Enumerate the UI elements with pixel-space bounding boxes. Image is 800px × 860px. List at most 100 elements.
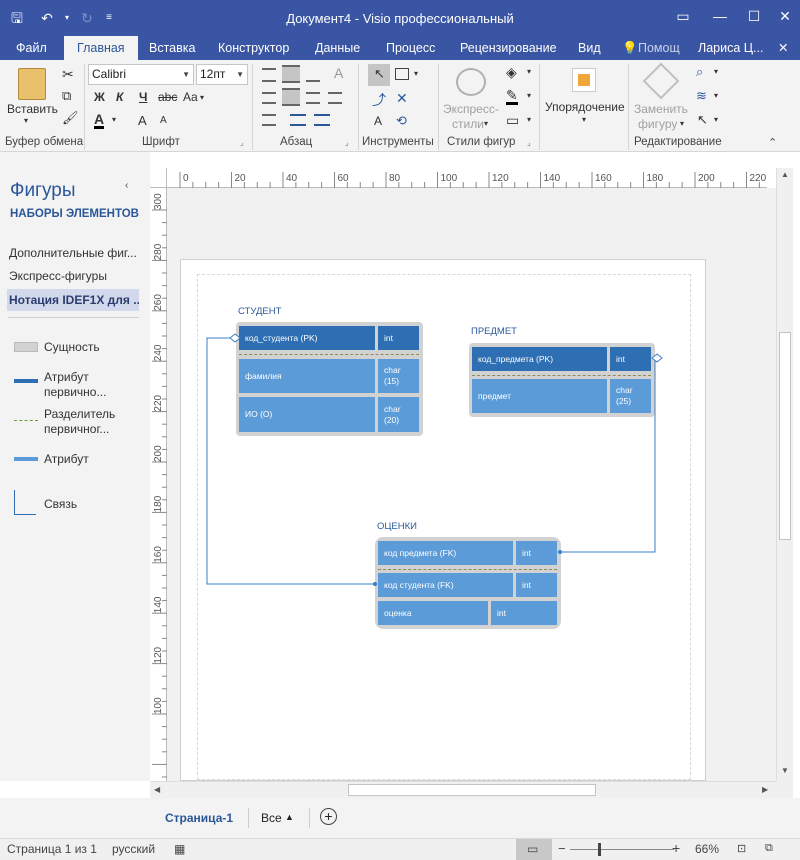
change-shape-icon[interactable] xyxy=(642,62,680,100)
fk-attribute-type[interactable]: int xyxy=(516,541,557,565)
scroll-left-icon[interactable]: ◀ xyxy=(154,785,160,794)
entity-student[interactable]: код_студента (PK) int фамилия char (15) … xyxy=(236,322,423,436)
align-top-icon[interactable] xyxy=(262,68,276,82)
change-shape-line2[interactable]: фигуру xyxy=(638,117,677,131)
vertical-scroll-thumb[interactable] xyxy=(779,332,791,540)
pk-separator-icon[interactable] xyxy=(14,420,38,421)
language[interactable]: русский xyxy=(112,842,155,856)
dialog-launcher-icon[interactable]: ⌟ xyxy=(527,138,531,147)
align-left-icon[interactable] xyxy=(262,92,276,104)
scroll-right-icon[interactable]: ▶ xyxy=(762,785,768,794)
paste-button[interactable]: Вставить xyxy=(7,102,58,116)
horizontal-scrollbar[interactable]: ◀ ▶ xyxy=(150,781,776,798)
zoom-slider[interactable] xyxy=(570,849,674,850)
fk-attribute[interactable]: код студента (FK) xyxy=(378,573,513,597)
line-icon[interactable]: ✎ xyxy=(506,88,518,105)
attribute[interactable]: фамилия xyxy=(239,359,375,393)
chevron-down-icon[interactable]: ▾ xyxy=(714,67,718,76)
align-right-icon[interactable] xyxy=(306,92,320,104)
entity-subject[interactable]: код_предмета (PK) int предмет char (25) xyxy=(469,343,655,417)
all-pages-button[interactable]: Все xyxy=(261,811,282,825)
attribute-icon[interactable] xyxy=(14,457,38,461)
font-size-combo[interactable]: 12пт ▼ xyxy=(196,64,248,85)
stencil-more-shapes[interactable]: Дополнительные фиг... xyxy=(9,246,141,260)
select-icon[interactable]: ↖ xyxy=(697,112,708,128)
shrink-font-button[interactable]: A xyxy=(160,115,167,126)
attribute[interactable]: предмет xyxy=(472,379,607,413)
vertical-scrollbar[interactable]: ▲ ▼ xyxy=(776,168,793,781)
fill-icon[interactable]: ◈ xyxy=(506,64,517,81)
quick-styles-line2[interactable]: стили xyxy=(452,117,484,131)
bold-button[interactable]: Ж xyxy=(94,90,105,104)
paste-icon[interactable] xyxy=(18,68,46,100)
entity-shape-icon[interactable] xyxy=(14,342,38,352)
shape-item-attribute[interactable]: Атрибут xyxy=(44,452,89,467)
fk-attribute[interactable]: код предмета (FK) xyxy=(378,541,513,565)
align-middle-icon[interactable] xyxy=(282,65,300,83)
chevron-down-icon[interactable]: ▾ xyxy=(527,115,531,124)
layers-icon[interactable]: ≋ xyxy=(696,88,707,104)
chevron-down-icon[interactable]: ▾ xyxy=(527,67,531,76)
chevron-down-icon[interactable]: ▾ xyxy=(582,115,586,124)
dialog-launcher-icon[interactable]: ⌟ xyxy=(345,138,349,147)
connection-point-icon[interactable]: ✕ xyxy=(396,90,408,107)
tab-view[interactable]: Вид xyxy=(578,36,601,60)
tab-data[interactable]: Данные xyxy=(315,36,360,60)
close-ribbon-icon[interactable]: ✕ xyxy=(778,36,788,60)
horizontal-scroll-thumb[interactable] xyxy=(348,784,596,796)
rectangle-tool-icon[interactable] xyxy=(395,68,409,80)
user-name[interactable]: Лариса Ц... xyxy=(698,36,763,60)
fk-attribute-type[interactable]: int xyxy=(516,573,557,597)
chevron-down-icon[interactable]: ▾ xyxy=(112,115,116,124)
add-page-icon[interactable]: + xyxy=(320,808,337,825)
strikethrough-button[interactable]: abc xyxy=(158,90,177,104)
text-direction-icon[interactable]: A xyxy=(334,65,343,81)
scroll-up-icon[interactable]: ▲ xyxy=(781,170,789,179)
tell-me-input[interactable]: Помощ xyxy=(638,36,680,60)
arrange-button[interactable]: Упорядочение xyxy=(545,100,625,114)
close-icon[interactable]: ✕ xyxy=(762,0,800,32)
tab-home[interactable]: Главная xyxy=(64,36,138,60)
chevron-down-icon[interactable]: ▾ xyxy=(527,91,531,100)
pk-attribute-icon[interactable] xyxy=(14,379,38,383)
tab-review[interactable]: Рецензирование xyxy=(460,36,557,60)
chevron-up-icon[interactable]: ▲ xyxy=(285,812,294,822)
bullets-icon[interactable] xyxy=(262,114,276,126)
macro-icon[interactable]: ▦ xyxy=(174,842,185,856)
shape-item-relationship[interactable]: Связь xyxy=(44,497,77,512)
increase-indent-icon[interactable] xyxy=(314,114,330,126)
connector-icon[interactable]: ⤴ xyxy=(372,90,386,110)
align-bottom-icon[interactable] xyxy=(306,68,320,82)
font-color-button[interactable]: A xyxy=(94,112,105,129)
arrange-icon[interactable] xyxy=(572,68,596,92)
entity-title-student[interactable]: СТУДЕНТ xyxy=(238,306,281,317)
align-center-icon[interactable] xyxy=(282,88,300,106)
chevron-down-icon[interactable]: ▾ xyxy=(680,119,684,128)
change-case-button[interactable]: Aa xyxy=(183,90,198,104)
pk-attribute-type[interactable]: int xyxy=(610,347,651,371)
pk-attribute[interactable]: код_студента (PK) xyxy=(239,326,375,350)
shape-item-pk-separator[interactable]: Разделитель первичног... xyxy=(44,407,115,437)
grow-font-button[interactable]: A xyxy=(138,113,147,128)
fit-page-icon[interactable]: ⊡ xyxy=(737,842,746,855)
tab-file[interactable]: Файл xyxy=(16,36,47,60)
chevron-down-icon[interactable]: ▾ xyxy=(484,119,488,128)
attribute-type[interactable]: char (15) xyxy=(378,359,419,393)
chevron-down-icon[interactable]: ▾ xyxy=(714,115,718,124)
entity-grades[interactable]: код предмета (FK) int код студента (FK) … xyxy=(375,537,561,629)
effects-icon[interactable]: ▭ xyxy=(506,112,519,129)
paste-dropdown-icon[interactable]: ▾ xyxy=(24,116,28,125)
attribute-type[interactable]: int xyxy=(491,601,557,625)
find-icon[interactable]: ⌕ xyxy=(696,64,703,80)
lightbulb-icon[interactable]: 💡 xyxy=(622,36,638,60)
zoom-in-icon[interactable]: + xyxy=(672,840,680,856)
attribute-type[interactable]: char (25) xyxy=(610,379,651,413)
stencil-quick-shapes[interactable]: Экспресс-фигуры xyxy=(9,269,141,283)
cut-icon[interactable]: ✂ xyxy=(62,66,74,83)
text-block-icon[interactable]: ⟲ xyxy=(396,113,407,129)
relationship-icon[interactable] xyxy=(14,490,15,514)
collapse-ribbon-icon[interactable]: ⌃ xyxy=(768,136,777,149)
decrease-indent-icon[interactable] xyxy=(290,114,306,126)
copy-icon[interactable]: ⧉ xyxy=(62,88,71,104)
format-painter-icon[interactable]: 🖌 xyxy=(62,110,79,126)
